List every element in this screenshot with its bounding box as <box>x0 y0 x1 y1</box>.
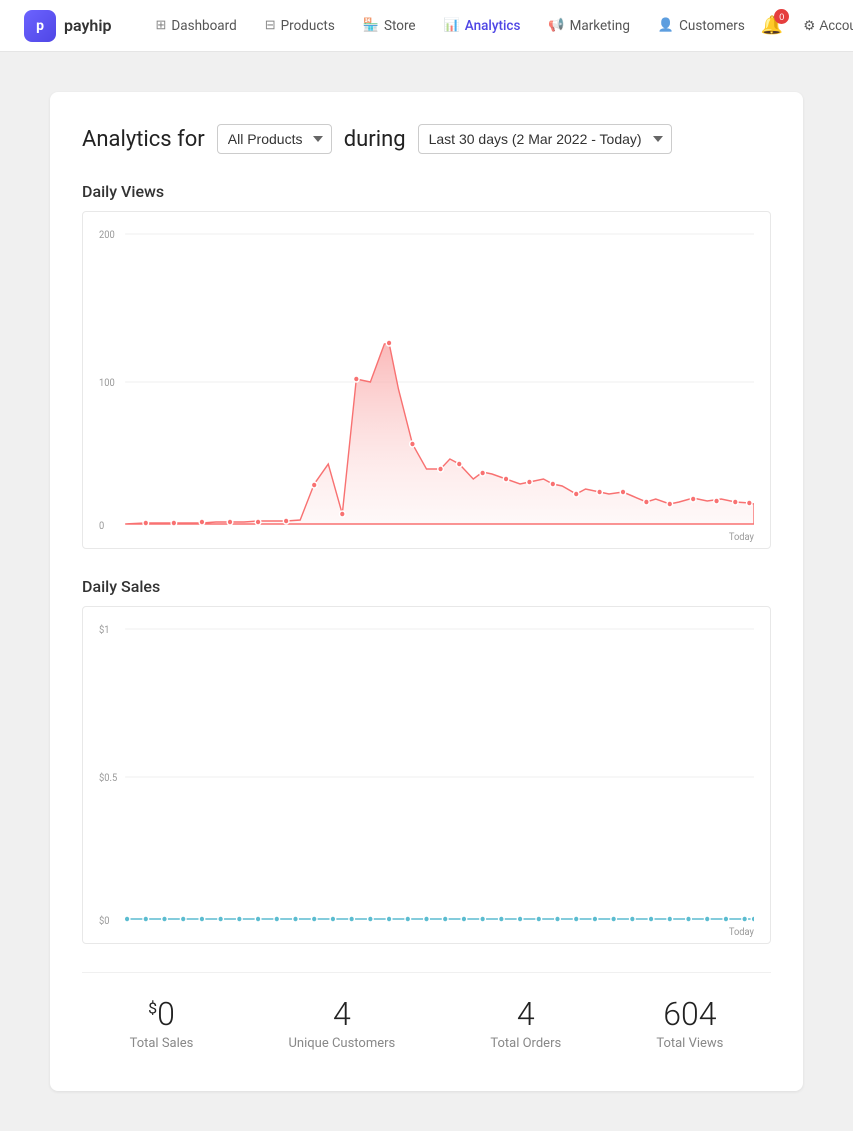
analytics-header: Analytics for All Products during Last 3… <box>82 124 771 154</box>
marketing-icon: 📢 <box>548 18 564 33</box>
total-sales-currency: $ <box>148 998 157 1017</box>
account-button[interactable]: ⚙ Account ▾ <box>803 18 853 34</box>
nav-store[interactable]: 🏪 Store <box>351 12 428 40</box>
daily-views-section: Daily Views 200 100 0 <box>82 182 771 549</box>
daily-views-area <box>125 343 754 524</box>
nav-marketing[interactable]: 📢 Marketing <box>536 12 642 40</box>
stat-total-orders: 4 Total Orders <box>490 997 561 1051</box>
y-axis-0: 0 <box>99 521 104 532</box>
store-icon: 🏪 <box>363 18 379 33</box>
products-icon: ⊟ <box>265 18 276 33</box>
total-sales-label: Total Sales <box>130 1036 194 1051</box>
total-sales-value: $0 <box>130 997 194 1032</box>
during-label: during <box>344 127 406 152</box>
total-orders-label: Total Orders <box>490 1036 561 1051</box>
nav-analytics-label: Analytics <box>465 18 521 34</box>
nav-customers[interactable]: 👤 Customers <box>646 12 757 40</box>
main-nav: p payhip ⊞ Dashboard ⊟ Products 🏪 Store … <box>0 0 853 52</box>
y-axis-100: 100 <box>99 378 115 389</box>
nav-dashboard[interactable]: ⊞ Dashboard <box>144 12 249 40</box>
dashboard-icon: ⊞ <box>156 18 167 33</box>
y-axis-50cent: $0.5 <box>99 773 118 784</box>
total-orders-value: 4 <box>490 997 561 1032</box>
nav-products[interactable]: ⊟ Products <box>253 12 347 40</box>
analytics-for-label: Analytics for <box>82 127 205 152</box>
logo-text: payhip <box>64 16 112 35</box>
account-label: Account <box>819 18 853 33</box>
daily-views-chart-wrapper: 200 100 0 <box>82 211 771 549</box>
unique-customers-label: Unique Customers <box>289 1036 396 1051</box>
customers-icon: 👤 <box>658 18 674 33</box>
stat-total-sales: $0 Total Sales <box>130 997 194 1051</box>
total-views-label: Total Views <box>656 1036 723 1051</box>
nav-customers-label: Customers <box>679 18 745 34</box>
nav-analytics[interactable]: 📊 Analytics <box>432 12 533 40</box>
y-axis-0dollar: $0 <box>99 916 110 927</box>
daily-sales-section: Daily Sales $1 $0.5 $0 <box>82 577 771 944</box>
stat-total-views: 604 Total Views <box>656 997 723 1051</box>
logo[interactable]: p payhip <box>24 10 112 42</box>
unique-customers-value: 4 <box>289 997 396 1032</box>
stat-unique-customers: 4 Unique Customers <box>289 997 396 1051</box>
total-views-value: 604 <box>656 997 723 1032</box>
nav-products-label: Products <box>281 18 335 34</box>
notification-badge: 0 <box>774 9 789 24</box>
daily-sales-today-label: Today <box>729 927 754 938</box>
stats-row: $0 Total Sales 4 Unique Customers 4 Tota… <box>82 972 771 1059</box>
page-content: Analytics for All Products during Last 3… <box>0 52 853 1131</box>
nav-links: ⊞ Dashboard ⊟ Products 🏪 Store 📊 Analyti… <box>144 12 757 40</box>
daily-sales-title: Daily Sales <box>82 577 771 596</box>
analytics-card: Analytics for All Products during Last 3… <box>50 92 803 1091</box>
daily-sales-chart-wrapper: $1 $0.5 $0 <box>82 606 771 944</box>
daily-views-title: Daily Views <box>82 182 771 201</box>
daily-views-chart: 200 100 0 <box>99 224 754 544</box>
nav-dashboard-label: Dashboard <box>171 18 236 34</box>
date-range-dropdown[interactable]: Last 30 days (2 Mar 2022 - Today) <box>418 124 672 154</box>
account-icon: ⚙ <box>803 18 815 34</box>
analytics-icon: 📊 <box>444 18 460 33</box>
nav-store-label: Store <box>384 18 416 34</box>
y-axis-200: 200 <box>99 230 115 241</box>
daily-views-today-label: Today <box>729 532 754 543</box>
nav-marketing-label: Marketing <box>570 18 630 34</box>
nav-right: 🔔 0 ⚙ Account ▾ <box>757 11 853 40</box>
y-axis-1dollar: $1 <box>99 625 110 636</box>
logo-icon: p <box>24 10 56 42</box>
notification-button[interactable]: 🔔 0 <box>757 11 787 40</box>
daily-sales-chart: $1 $0.5 $0 <box>99 619 754 939</box>
product-filter-dropdown[interactable]: All Products <box>217 124 332 154</box>
